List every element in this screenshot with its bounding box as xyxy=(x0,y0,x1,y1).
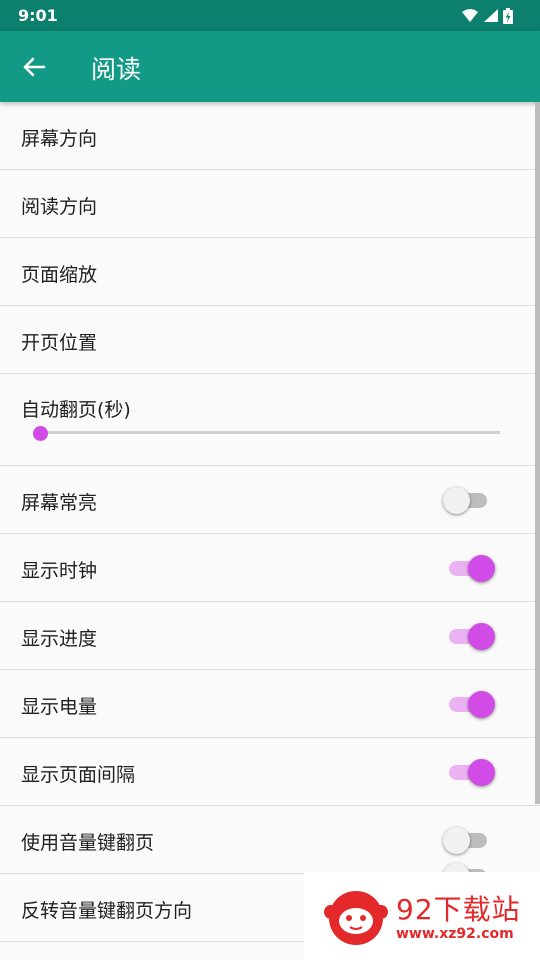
setting-label: 显示页面间隔 xyxy=(21,764,136,786)
setting-label: 屏幕方向 xyxy=(21,128,98,150)
setting-label: 反转音量键翻页方向 xyxy=(21,900,193,922)
auto-page-turn-slider-track[interactable] xyxy=(40,431,500,434)
setting-show-battery[interactable]: 显示电量 xyxy=(0,670,540,738)
setting-auto-page-turn: 自动翻页(秒) xyxy=(0,374,540,466)
setting-keep-screen-on[interactable]: 屏幕常亮 xyxy=(0,466,540,534)
setting-reading-direction[interactable]: 阅读方向 xyxy=(0,170,540,238)
status-time: 9:01 xyxy=(18,6,58,25)
setting-label: 阅读方向 xyxy=(21,196,98,218)
status-icons xyxy=(462,8,513,24)
show-clock-switch[interactable] xyxy=(443,552,499,584)
back-arrow-icon[interactable] xyxy=(18,51,50,83)
battery-icon xyxy=(503,8,513,24)
show-progress-switch[interactable] xyxy=(443,620,499,652)
app-bar: 阅读 xyxy=(0,31,540,102)
setting-label: 显示电量 xyxy=(21,696,98,718)
scrollbar[interactable] xyxy=(535,102,540,804)
auto-page-turn-slider-thumb[interactable] xyxy=(33,426,48,441)
volume-key-page-turn-switch[interactable] xyxy=(443,824,499,856)
setting-label: 自动翻页(秒) xyxy=(21,399,131,421)
page-title: 阅读 xyxy=(91,55,142,84)
setting-label: 使用音量键翻页 xyxy=(21,832,155,854)
keep-screen-on-switch[interactable] xyxy=(443,484,499,516)
setting-label: 显示时钟 xyxy=(21,560,98,582)
setting-start-position[interactable]: 开页位置 xyxy=(0,306,540,374)
setting-page-zoom[interactable]: 页面缩放 xyxy=(0,238,540,306)
setting-screen-orientation[interactable]: 屏幕方向 xyxy=(0,102,540,170)
monkey-logo-icon xyxy=(324,891,388,945)
watermark-url: www.xz92.com xyxy=(396,926,514,942)
watermark-banner: 92下载站 www.xz92.com xyxy=(304,872,540,960)
setting-label: 页面缩放 xyxy=(21,264,98,286)
setting-label: 开页位置 xyxy=(21,332,98,354)
status-bar: 9:01 xyxy=(0,0,540,31)
cellular-signal-icon xyxy=(484,9,498,22)
wifi-icon xyxy=(462,9,478,22)
show-page-gap-switch[interactable] xyxy=(443,756,499,788)
setting-label: 显示进度 xyxy=(21,628,98,650)
setting-show-progress[interactable]: 显示进度 xyxy=(0,602,540,670)
settings-list: 屏幕方向 阅读方向 页面缩放 开页位置 自动翻页(秒) 屏幕常亮 显示时钟 显示… xyxy=(0,102,540,960)
setting-show-clock[interactable]: 显示时钟 xyxy=(0,534,540,602)
setting-label: 屏幕常亮 xyxy=(21,492,98,514)
watermark-brand: 92下载站 xyxy=(396,893,521,926)
show-battery-switch[interactable] xyxy=(443,688,499,720)
setting-show-page-gap[interactable]: 显示页面间隔 xyxy=(0,738,540,806)
